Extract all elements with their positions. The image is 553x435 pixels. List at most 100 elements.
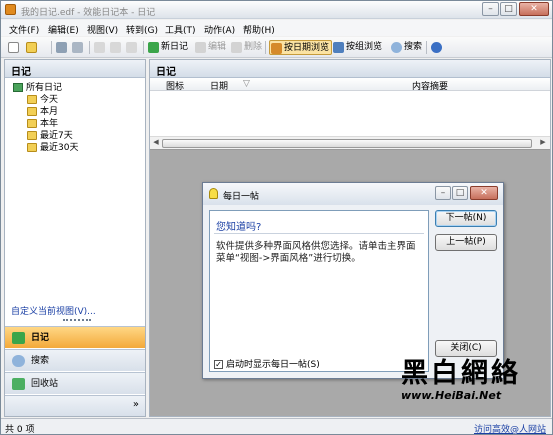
column-header-date[interactable]: 日期 <box>210 79 228 92</box>
tree-item-last-7-days[interactable]: 最近7天 <box>13 130 78 142</box>
browse-by-date-label: 按日期浏览 <box>284 43 330 53</box>
help-button[interactable] <box>430 40 444 55</box>
tree-item-label: 本月 <box>40 107 59 117</box>
toolbar-separator <box>265 41 266 54</box>
tip-of-the-day-dialog: 每日一帖 – □ ✕ 您知道吗? 软件提供多种界面风格供您选择。请单击主界面菜单… <box>202 182 504 379</box>
scrollbar-thumb[interactable] <box>162 139 532 148</box>
new-diary-label: 新日记 <box>161 42 189 52</box>
menu-edit[interactable]: 编辑(E) <box>48 23 79 36</box>
navigation-pane-header: 日记 <box>5 60 145 78</box>
nav-button-search[interactable]: 搜索 <box>5 349 145 371</box>
paste-button[interactable] <box>125 40 139 55</box>
delete-label: 删除 <box>244 42 263 52</box>
list-header: 图标 日期 ▽ 内容摘要 <box>150 78 550 92</box>
window-title: 我的日记.edf - 效能日记本 - 日记 <box>21 8 156 18</box>
customize-view-link[interactable]: 自定义当前视图(V)... <box>11 304 96 317</box>
dialog-title: 每日一帖 <box>223 192 260 202</box>
edit-button[interactable]: 编辑 <box>194 40 226 55</box>
scroll-left-icon[interactable]: ◀ <box>151 138 161 148</box>
scroll-right-icon[interactable]: ▶ <box>538 138 548 148</box>
nav-more-button[interactable]: » <box>5 395 145 416</box>
menu-bar: 文件(F) 编辑(E) 视图(V) 转到(G) 工具(T) 动作(A) 帮助(H… <box>1 20 552 36</box>
tree-item-this-year[interactable]: 本年 <box>13 118 78 130</box>
watermark-logo: 黑白網絡 www.HeiBai.Net <box>399 351 553 411</box>
tree-item-all[interactable]: 所有日记 <box>13 82 78 94</box>
minimize-button[interactable]: – <box>482 2 499 16</box>
new-file-button[interactable] <box>7 40 21 55</box>
delete-icon <box>231 42 242 53</box>
watermark-chinese-text: 黑白網絡 <box>401 358 521 389</box>
next-tip-button[interactable]: 下一帖(N) <box>435 210 497 227</box>
menu-action[interactable]: 动作(A) <box>204 23 235 36</box>
tip-text: 软件提供多种界面风格供您选择。请单击主界面菜单“视图->界面风格”进行切换。 <box>216 241 416 264</box>
nav-button-diary[interactable]: 日记 <box>5 326 145 348</box>
tree-item-label: 所有日记 <box>26 83 63 93</box>
menu-view[interactable]: 视图(V) <box>87 23 118 36</box>
dialog-minimize-button[interactable]: – <box>435 186 451 200</box>
browse-by-date-button[interactable]: 按日期浏览 <box>269 40 333 55</box>
tree-item-label: 本年 <box>40 119 59 129</box>
calendar-icon <box>271 43 282 54</box>
tree-item-this-month[interactable]: 本月 <box>13 106 78 118</box>
search-label: 搜索 <box>404 42 423 52</box>
app-window: 我的日记.edf - 效能日记本 - 日记 – □ ✕ 文件(F) 编辑(E) … <box>0 0 553 435</box>
print-button[interactable] <box>55 40 69 55</box>
dialog-maximize-button[interactable]: □ <box>452 186 468 200</box>
copy-button[interactable] <box>109 40 123 55</box>
nav-button-label: 回收站 <box>31 379 59 389</box>
tree-item-label: 今天 <box>40 95 59 105</box>
tree-item-last-30-days[interactable]: 最近30天 <box>13 142 78 154</box>
dialog-title-bar: 每日一帖 – □ ✕ <box>203 183 503 205</box>
search-button[interactable]: 搜索 <box>390 40 422 55</box>
new-diary-button[interactable]: 新日记 <box>147 40 188 55</box>
delete-button[interactable]: 删除 <box>230 40 262 55</box>
menu-file[interactable]: 文件(F) <box>9 23 39 36</box>
chevron-down-icon: » <box>132 399 139 410</box>
plus-icon <box>148 42 159 53</box>
toolbar-separator <box>51 41 52 54</box>
splitter-grip[interactable] <box>63 319 91 322</box>
tree-item-label: 最近30天 <box>40 143 79 153</box>
watermark-url-text: www.HeiBai.Net <box>401 389 502 402</box>
browse-by-group-label: 按组浏览 <box>346 42 383 52</box>
tree-item-label: 最近7天 <box>40 131 73 141</box>
status-bar: 共 0 项 访问高效@人网站 <box>1 418 552 435</box>
show-at-startup-checkbox[interactable]: ✓ 启动时显示每日一帖(S) <box>214 360 320 371</box>
menu-tools[interactable]: 工具(T) <box>165 23 196 36</box>
menu-goto[interactable]: 转到(G) <box>126 23 158 36</box>
tip-divider <box>214 233 424 234</box>
preview-button[interactable] <box>71 40 85 55</box>
previous-tip-button[interactable]: 上一帖(P) <box>435 234 497 251</box>
close-button[interactable]: ✕ <box>519 2 549 16</box>
toolbar-separator <box>89 41 90 54</box>
print-icon <box>56 42 67 53</box>
website-link[interactable]: 访问高效@人网站 <box>474 422 546 435</box>
tip-heading: 您知道吗? <box>216 222 262 233</box>
content-pane-header: 日记 <box>150 60 550 78</box>
diary-list: 图标 日期 ▽ 内容摘要 ◀ ▶ <box>150 78 550 150</box>
paste-icon <box>126 42 137 53</box>
group-icon <box>333 42 344 53</box>
app-icon <box>5 4 16 15</box>
tip-content: 您知道吗? 软件提供多种界面风格供您选择。请单击主界面菜单“视图->界面风格”进… <box>209 210 429 372</box>
edit-label: 编辑 <box>208 42 227 52</box>
search-icon <box>12 355 25 367</box>
item-count: 共 0 项 <box>5 425 35 435</box>
maximize-button[interactable]: □ <box>500 2 517 16</box>
horizontal-scrollbar[interactable]: ◀ ▶ <box>150 136 550 149</box>
menu-help[interactable]: 帮助(H) <box>243 23 275 36</box>
cut-icon <box>94 42 105 53</box>
new-file-icon <box>8 42 19 53</box>
column-header-icon[interactable]: 图标 <box>166 79 184 92</box>
open-button[interactable] <box>25 40 47 55</box>
tree-item-today[interactable]: 今天 <box>13 94 78 106</box>
sort-arrow-icon: ▽ <box>243 79 250 89</box>
diary-book-icon <box>13 83 23 92</box>
column-header-summary[interactable]: 内容摘要 <box>412 79 448 92</box>
toolbar-separator <box>143 41 144 54</box>
dialog-close-button[interactable]: ✕ <box>470 186 498 200</box>
nav-button-recycle[interactable]: 回收站 <box>5 372 145 394</box>
browse-by-group-button[interactable]: 按组浏览 <box>332 40 382 55</box>
diary-tree: 所有日记 今天 本月 本年 最近7天 最近30天 <box>13 82 78 154</box>
cut-button[interactable] <box>93 40 107 55</box>
